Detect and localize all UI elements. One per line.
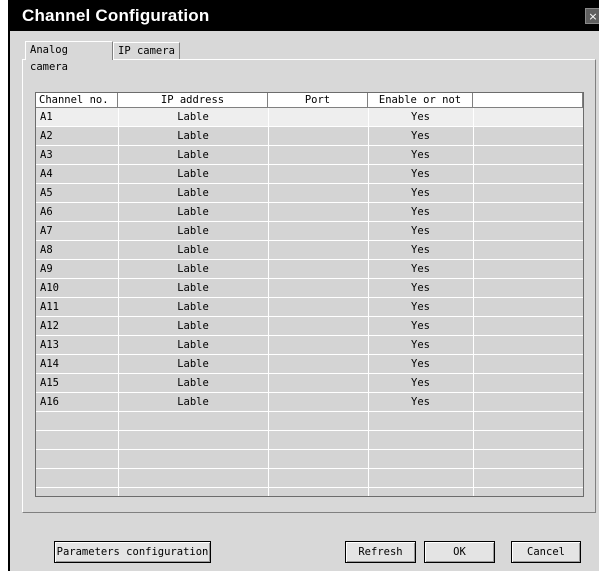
list-header: Channel no. IP address Port Enable or not [36,93,583,108]
port-cell [268,336,368,354]
enable-cell: Yes [411,225,430,237]
col-header-channel[interactable]: Channel no. [36,93,118,108]
port-cell [268,165,368,183]
tab-ip-camera[interactable]: IP camera [113,42,180,59]
enable-cell: Yes [411,396,430,408]
port-cell [268,260,368,278]
port-cell [268,317,368,335]
port-cell [268,298,368,316]
col-header-ip-address[interactable]: IP address [118,93,268,108]
tab-analog-camera[interactable]: Analog camera [25,41,113,73]
port-cell [268,108,368,126]
close-icon[interactable]: × [585,8,599,24]
channel-number-cell: A1 [40,111,53,123]
cancel-button[interactable]: Cancel [511,541,581,563]
port-cell [268,374,368,392]
port-cell [268,127,368,145]
port-cell [268,279,368,297]
channel-number-cell: A6 [40,206,53,218]
title-bar[interactable]: Channel Configuration × [8,0,599,31]
port-cell [268,184,368,202]
enable-cell: Yes [411,149,430,161]
col-header-extra[interactable] [473,93,583,108]
channel-number-cell: A7 [40,225,53,237]
ip-address-cell: Lable [177,263,209,275]
port-cell [268,222,368,240]
enable-cell: Yes [411,301,430,313]
port-cell [268,146,368,164]
channel-number-cell: A11 [40,301,59,313]
refresh-button[interactable]: Refresh [345,541,416,563]
channel-number-cell: A2 [40,130,53,142]
dialog-client-area: Analog camera IP camera Channel no. IP ad… [10,31,599,571]
column-divider [118,108,119,496]
enable-cell: Yes [411,282,430,294]
ip-address-cell: Lable [177,187,209,199]
enable-cell: Yes [411,358,430,370]
ip-address-cell: Lable [177,130,209,142]
ip-address-cell: Lable [177,358,209,370]
port-cell [268,355,368,373]
channel-number-cell: A14 [40,358,59,370]
channel-number-cell: A3 [40,149,53,161]
enable-cell: Yes [411,111,430,123]
ip-address-cell: Lable [177,377,209,389]
port-cell [268,203,368,221]
ip-address-cell: Lable [177,149,209,161]
ip-address-cell: Lable [177,244,209,256]
enable-cell: Yes [411,130,430,142]
ip-address-cell: Lable [177,320,209,332]
channel-number-cell: A8 [40,244,53,256]
col-header-enable[interactable]: Enable or not [368,93,473,108]
dialog-title: Channel Configuration [22,6,210,25]
ip-address-cell: Lable [177,206,209,218]
enable-cell: Yes [411,320,430,332]
ip-address-cell: Lable [177,111,209,123]
channel-number-cell: A5 [40,187,53,199]
enable-cell: Yes [411,187,430,199]
port-cell [268,393,368,411]
channel-number-cell: A15 [40,377,59,389]
column-divider [268,108,269,496]
ip-address-cell: Lable [177,225,209,237]
ip-address-cell: Lable [177,168,209,180]
channel-number-cell: A12 [40,320,59,332]
channel-number-cell: A4 [40,168,53,180]
enable-cell: Yes [411,377,430,389]
ip-address-cell: Lable [177,282,209,294]
enable-cell: Yes [411,263,430,275]
ip-address-cell: Lable [177,396,209,408]
ip-address-cell: Lable [177,339,209,351]
channel-number-cell: A16 [40,396,59,408]
column-divider [473,108,474,496]
enable-cell: Yes [411,168,430,180]
port-cell [268,241,368,259]
parameters-configuration-button[interactable]: Parameters configuration [54,541,211,563]
ip-address-cell: Lable [177,301,209,313]
enable-cell: Yes [411,339,430,351]
channel-number-cell: A9 [40,263,53,275]
column-divider [368,108,369,496]
enable-cell: Yes [411,206,430,218]
channel-list[interactable]: Channel no. IP address Port Enable or not A… [35,92,584,497]
channel-number-cell: A13 [40,339,59,351]
channel-number-cell: A10 [40,282,59,294]
enable-cell: Yes [411,244,430,256]
col-header-port[interactable]: Port [268,93,368,108]
channel-configuration-dialog: Channel Configuration × Analog camera IP… [8,0,599,571]
ok-button[interactable]: OK [424,541,495,563]
